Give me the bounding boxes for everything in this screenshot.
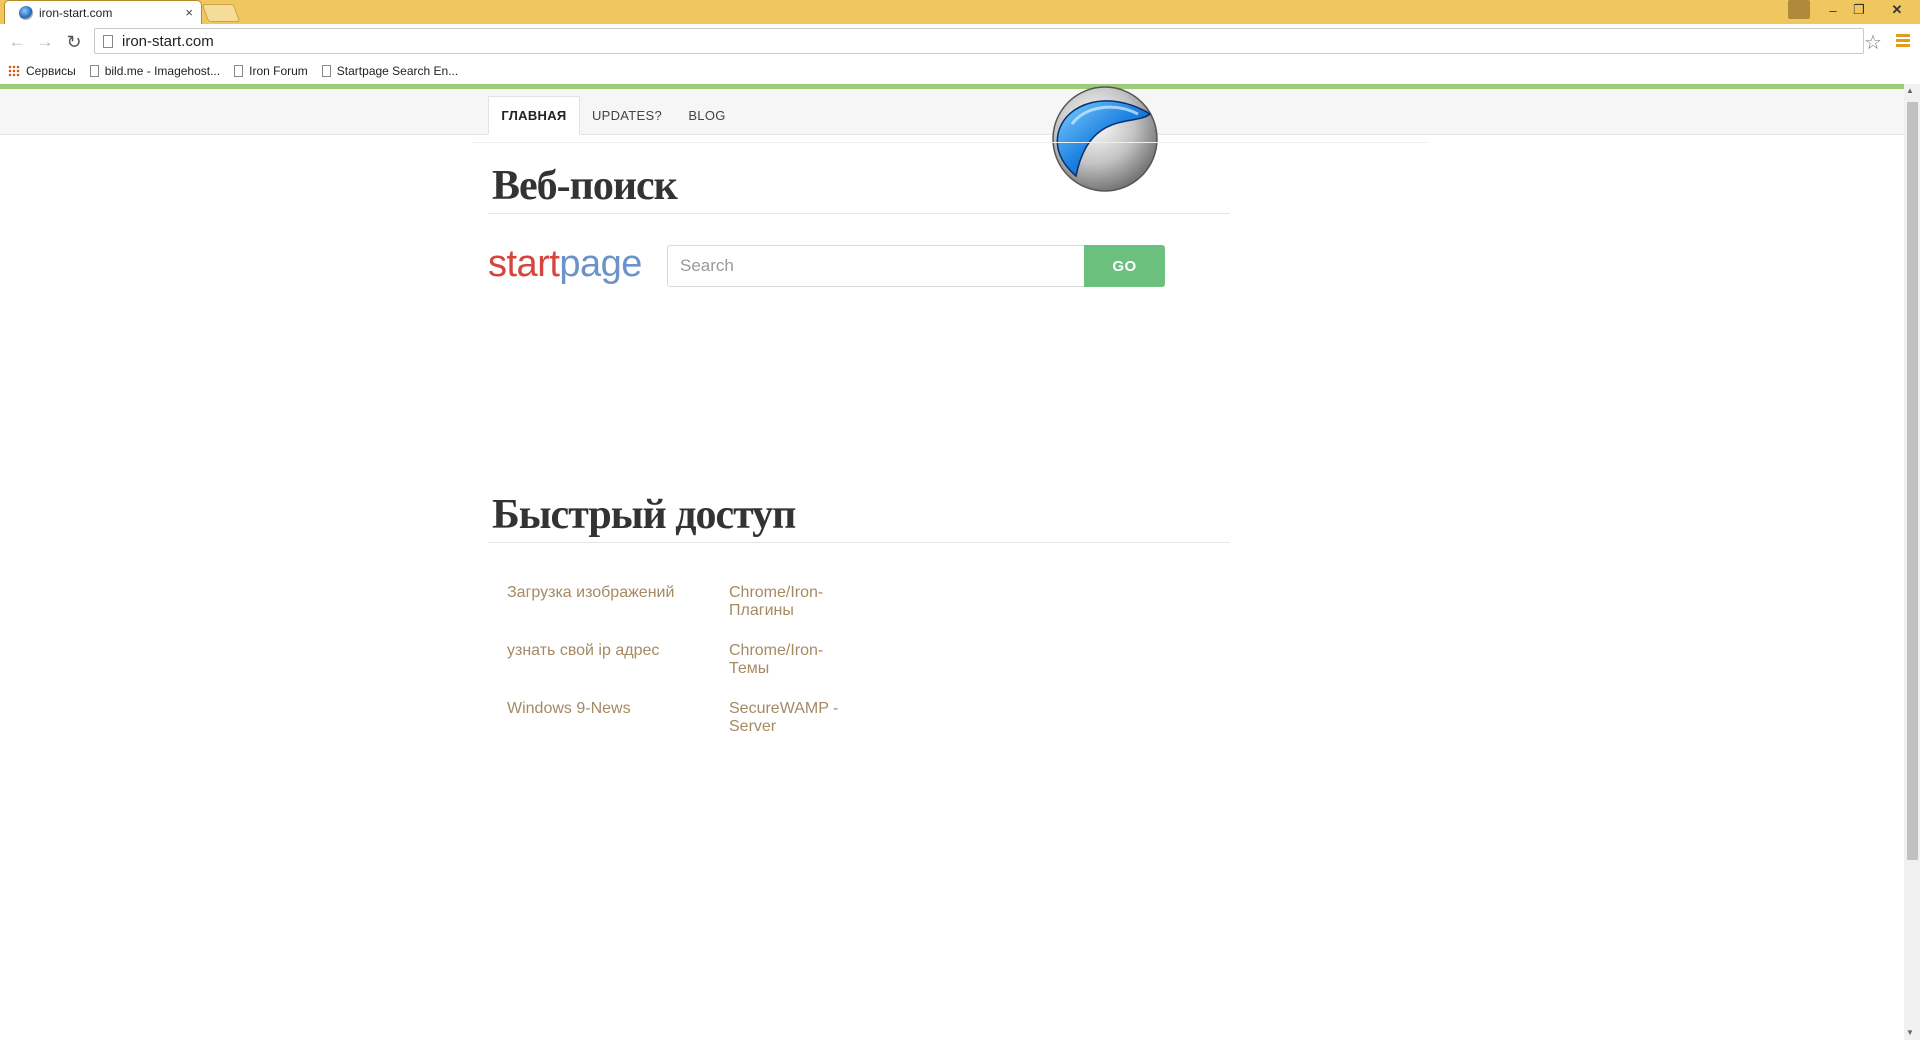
restore-icon[interactable]: ❐ — [1846, 0, 1872, 20]
tab-close-icon[interactable]: × — [185, 5, 193, 20]
search-input[interactable] — [667, 245, 1085, 287]
browser-tab-active[interactable]: iron-start.com × — [4, 0, 202, 25]
address-bar[interactable]: iron-start.com — [94, 28, 1864, 54]
bookmark-label: Сервисы — [26, 64, 76, 78]
back-arrow-icon[interactable]: ← — [6, 31, 28, 53]
nav-tab-blog[interactable]: BLOG — [680, 96, 734, 135]
minimize-icon[interactable]: – — [1820, 0, 1846, 20]
startpage-logo: startpage — [488, 243, 642, 286]
nav-tab-home[interactable]: ГЛАВНАЯ — [488, 96, 580, 135]
bookmark-apps[interactable]: Сервисы — [8, 64, 76, 78]
browser-toolbar: ← → ↻ iron-start.com — [0, 24, 1920, 58]
bookmark-label: bild.me - Imagehost... — [104, 64, 221, 78]
quick-link-windows9-news[interactable]: Windows 9-News — [507, 700, 677, 718]
apps-grid-icon — [8, 65, 20, 77]
header-divider — [472, 142, 1428, 143]
bookmark-label: Startpage Search En... — [336, 64, 459, 78]
bookmark-startpage[interactable]: Startpage Search En... — [321, 64, 459, 78]
site-navigation: ГЛАВНАЯ UPDATES? BLOG — [0, 89, 1904, 135]
user-profile-icon[interactable] — [1788, 0, 1810, 19]
section-divider — [488, 213, 1230, 214]
page-icon — [89, 65, 99, 77]
bookmark-bildme[interactable]: bild.me - Imagehost... — [89, 64, 221, 78]
bookmark-star-icon[interactable]: ☆ — [1864, 30, 1882, 55]
address-bar-url: iron-start.com — [122, 32, 214, 50]
bookmark-iron-forum[interactable]: Iron Forum — [234, 64, 308, 78]
go-button[interactable]: GO — [1084, 245, 1165, 287]
bookmarks-bar: Сервисы bild.me - Imagehost... Iron Foru… — [0, 58, 1920, 84]
page-icon — [321, 65, 331, 77]
forward-arrow-icon[interactable]: → — [34, 31, 56, 53]
quick-access-heading: Быстрый доступ — [492, 492, 796, 538]
page-icon — [103, 34, 113, 48]
tab-title: iron-start.com — [39, 6, 113, 20]
quick-link-image-upload[interactable]: Загрузка изображений — [507, 584, 677, 602]
web-search-heading: Веб-поиск — [492, 163, 678, 209]
quick-link-ip-address[interactable]: узнать свой ip адрес — [507, 642, 707, 660]
srware-iron-logo-icon — [1052, 86, 1158, 192]
scroll-down-arrow-icon[interactable]: ▼ — [1906, 1028, 1914, 1037]
reload-icon[interactable]: ↻ — [63, 31, 85, 53]
quick-link-chrome-plugins[interactable]: Chrome/Iron-Плагины — [729, 584, 849, 620]
scrollbar-thumb[interactable] — [1907, 102, 1918, 860]
bookmark-label: Iron Forum — [249, 64, 308, 78]
browser-titlebar — [0, 0, 1920, 24]
logo-start-text: start — [488, 243, 560, 285]
logo-page-text: page — [559, 243, 642, 285]
new-tab-button[interactable] — [201, 4, 241, 22]
browser-menu-icon[interactable] — [1896, 34, 1910, 49]
quick-link-securewamp[interactable]: SecureWAMP - Server — [729, 700, 849, 736]
quick-link-chrome-themes[interactable]: Chrome/Iron-Темы — [729, 642, 849, 678]
page-icon — [234, 65, 244, 77]
nav-tab-updates[interactable]: UPDATES? — [590, 96, 664, 135]
scroll-up-arrow-icon[interactable]: ▲ — [1906, 86, 1914, 95]
close-window-icon[interactable]: ✕ — [1880, 0, 1914, 20]
section-divider — [488, 542, 1230, 543]
iron-favicon-icon — [19, 6, 33, 20]
